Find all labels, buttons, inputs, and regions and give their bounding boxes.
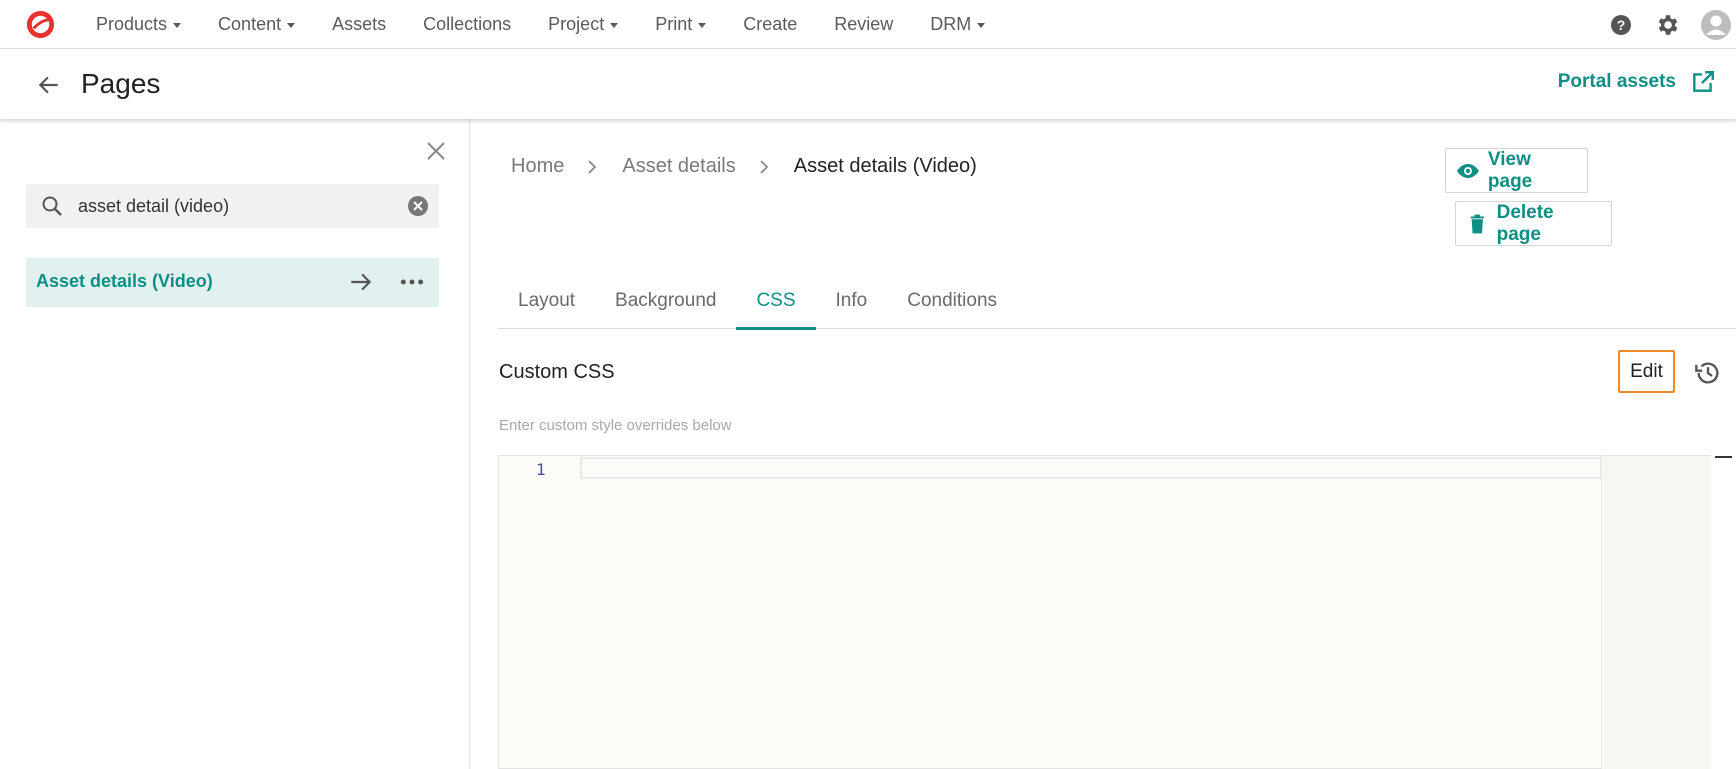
tab-info[interactable]: Info (816, 273, 888, 329)
avatar-icon[interactable] (1700, 9, 1732, 41)
view-page-button[interactable]: View page (1445, 148, 1588, 193)
portal-assets-link[interactable]: Portal assets (1558, 69, 1716, 95)
list-item-label: Asset details (Video) (36, 271, 213, 291)
chevron-down-icon (287, 23, 296, 28)
breadcrumb-current: Asset details (Video) (793, 155, 977, 177)
chevron-down-icon (977, 23, 986, 28)
external-link-icon (1693, 71, 1714, 92)
nav-review[interactable]: Review (816, 0, 912, 49)
nav-drm[interactable]: DRM (912, 0, 1004, 49)
breadcrumb-home[interactable]: Home (511, 155, 564, 178)
search-icon (42, 196, 62, 216)
gear-icon[interactable] (1654, 12, 1680, 38)
editor-minimap (1603, 455, 1711, 769)
search-box (26, 184, 439, 228)
history-icon[interactable] (1694, 359, 1722, 387)
top-navigation-bar: Products Content Assets Collections Proj… (0, 0, 1736, 49)
list-item[interactable]: Asset details (Video) (26, 258, 439, 307)
page-title: Pages (81, 68, 161, 99)
nav-print[interactable]: Print (637, 0, 725, 49)
tab-layout[interactable]: Layout (498, 273, 595, 329)
nav-content[interactable]: Content (200, 0, 314, 49)
page-header: Pages Portal assets (0, 49, 1736, 119)
clear-search-icon[interactable] (408, 196, 428, 216)
line-number: 1 (536, 460, 546, 479)
hint-text: Enter custom style overrides below (499, 417, 732, 434)
nav-assets[interactable]: Assets (314, 0, 405, 49)
edit-button[interactable]: Edit (1618, 350, 1675, 393)
trash-icon (1470, 214, 1484, 233)
tab-bar: Layout Background CSS Info Conditions (498, 273, 1736, 330)
nav-project[interactable]: Project (530, 0, 637, 49)
chevron-right-icon (588, 159, 597, 174)
tab-background[interactable]: Background (595, 273, 736, 329)
chevron-down-icon (610, 23, 619, 28)
tab-css[interactable]: CSS (736, 273, 816, 330)
search-input[interactable] (78, 184, 398, 228)
css-code-editor[interactable]: 1 (498, 455, 1602, 769)
main-menu: Products Content Assets Collections Proj… (78, 0, 1004, 49)
editor-active-line[interactable] (580, 457, 1602, 479)
tab-conditions[interactable]: Conditions (887, 273, 1017, 329)
eye-icon (1456, 163, 1479, 178)
svg-text:?: ? (1617, 17, 1626, 33)
pages-sidebar: Asset details (Video) (0, 119, 470, 769)
section-title: Custom CSS (499, 361, 615, 383)
chevron-right-icon (760, 159, 769, 174)
close-icon[interactable] (424, 139, 448, 163)
nav-collections[interactable]: Collections (405, 0, 530, 49)
delete-page-button[interactable]: Delete page (1455, 201, 1612, 246)
more-options-icon[interactable] (399, 269, 425, 295)
logo-icon[interactable] (25, 9, 56, 40)
nav-utilities: ? (1588, 0, 1736, 49)
help-icon[interactable]: ? (1608, 12, 1634, 38)
chevron-down-icon (698, 23, 707, 28)
scroll-indicator[interactable] (1715, 456, 1732, 458)
breadcrumb-asset-details[interactable]: Asset details (622, 155, 735, 178)
chevron-down-icon (173, 23, 182, 28)
breadcrumb: Home Asset details Asset details (Video) (511, 155, 977, 178)
nav-create[interactable]: Create (725, 0, 816, 49)
page-detail: Home Asset details Asset details (Video)… (471, 119, 1736, 769)
back-arrow-icon[interactable] (36, 72, 62, 98)
nav-products[interactable]: Products (78, 0, 200, 49)
arrow-right-icon[interactable] (348, 269, 374, 295)
